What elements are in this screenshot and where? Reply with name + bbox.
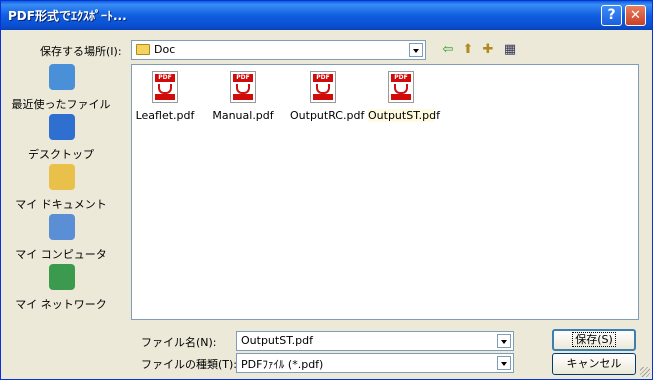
filetype-value: PDFﾌｧｲﾙ (*.pdf) [241,358,324,371]
filetype-select[interactable]: PDFﾌｧｲﾙ (*.pdf) [236,353,514,373]
resize-grip[interactable] [640,367,650,377]
place-my-documents[interactable]: マイ ドキュメント [7,164,115,211]
file-name: OutputST.pdf [368,109,440,122]
new-folder-icon[interactable]: ✚ [479,41,497,59]
filename-label: ファイル名(N): [141,336,217,349]
help-button[interactable]: ? [601,5,622,26]
title-bar[interactable]: PDF形式でｴｸｽﾎﾟｰﾄ... ? ✕ [1,1,652,30]
my-computer-icon [49,214,75,240]
pdf-file-icon: PDF [388,71,414,103]
file-name: Leaflet.pdf [135,109,195,122]
places-bar: 最近使ったファイル デスクトップ マイ ドキュメント マイ コンピュータ マイ … [7,64,115,319]
lookin-value: Doc [154,43,176,56]
place-label: デスクトップ [28,148,94,161]
file-item[interactable]: PDF Manual.pdf [210,71,276,127]
lookin-label: 保存する場所(I): [40,45,122,58]
place-label: マイ コンピュータ [15,248,107,261]
file-name: OutputRC.pdf [290,109,365,122]
up-folder-icon[interactable]: ⬆ [459,41,477,59]
view-menu-icon[interactable]: ▦ [501,41,519,59]
desktop-icon [49,114,75,140]
chevron-down-icon[interactable] [497,356,511,370]
filename-input[interactable]: OutputST.pdf [236,331,514,351]
place-label: マイ ドキュメント [15,198,107,211]
place-label: マイ ネットワーク [15,298,107,311]
place-my-computer[interactable]: マイ コンピュータ [7,214,115,261]
pdf-file-icon: PDF [310,71,336,103]
place-label: 最近使ったファイル [11,98,111,111]
file-list[interactable]: PDF Leaflet.pdf PDF Manual.pdf PDF Outpu… [131,64,639,320]
my-documents-icon [49,164,75,190]
place-desktop[interactable]: デスクトップ [7,114,115,161]
filetype-label: ファイルの種類(T): [141,358,238,371]
file-item[interactable]: PDF OutputRC.pdf [290,71,365,127]
export-pdf-dialog: PDF形式でｴｸｽﾎﾟｰﾄ... ? ✕ 保存する場所(I): Doc ⇦ ⬆ … [0,0,653,380]
chevron-down-icon[interactable] [409,43,423,57]
back-arrow-icon[interactable]: ⇦ [439,41,457,59]
folder-icon [136,44,150,55]
cancel-button[interactable]: キャンセル [552,353,636,375]
save-button-label: 保存(S) [572,332,616,347]
save-button[interactable]: 保存(S) [552,329,636,351]
lookin-combobox[interactable]: Doc [131,40,426,60]
close-button[interactable]: ✕ [625,5,646,26]
chevron-down-icon[interactable] [497,334,511,348]
pdf-file-icon: PDF [152,71,178,103]
window-title: PDF形式でｴｸｽﾎﾟｰﾄ... [8,9,127,23]
recent-icon [49,64,75,90]
pdf-file-icon: PDF [230,71,256,103]
place-recent[interactable]: 最近使ったファイル [7,64,115,111]
place-my-network[interactable]: マイ ネットワーク [7,264,115,311]
my-network-icon [49,264,75,290]
file-name: Manual.pdf [212,109,274,122]
file-item[interactable]: PDF Leaflet.pdf [132,71,198,127]
file-item-selected[interactable]: PDF OutputST.pdf [368,71,440,127]
filename-value: OutputST.pdf [241,334,313,347]
